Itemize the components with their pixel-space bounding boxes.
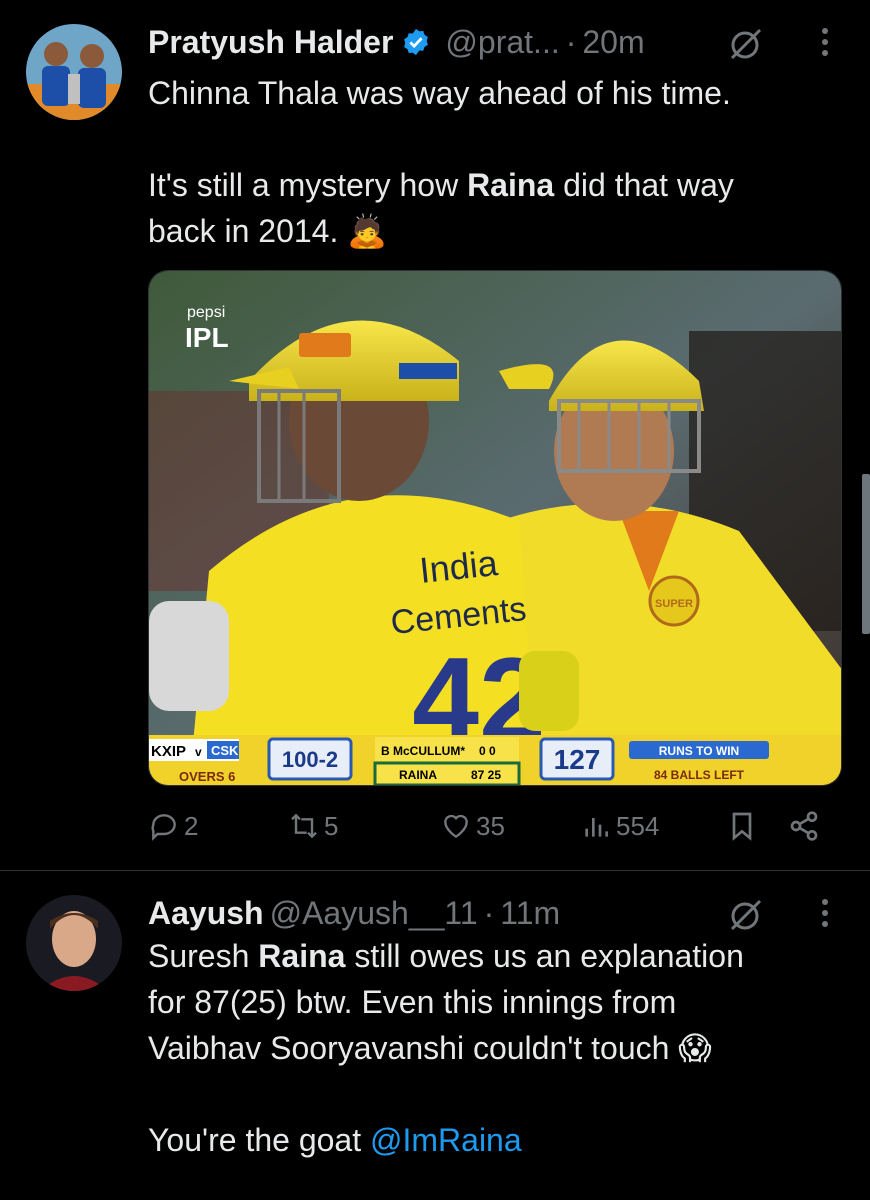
scorebar-runs-to-win: RUNS TO WIN [659, 744, 739, 758]
retweet-button[interactable]: 5 [288, 810, 338, 842]
scorebar-overs: OVERS 6 [179, 769, 235, 784]
author-name[interactable]: Pratyush Halder [148, 24, 393, 61]
tweet-media-image[interactable]: SUPER India Cements 42 pepsi IPL KXIP v … [148, 270, 842, 786]
views-chart-icon [585, 818, 608, 837]
tweet-reply[interactable]: Aayush @Aayush__11 · 11m Suresh Raina st… [0, 870, 870, 1200]
avatar-aayush[interactable] [26, 895, 122, 991]
reply-button[interactable]: 2 [148, 810, 198, 842]
like-count: 35 [476, 810, 505, 841]
grok-icon[interactable] [728, 26, 764, 62]
tweet-text-line: back in 2014. 🙇 [148, 213, 388, 249]
cricket-photo: SUPER India Cements 42 pepsi IPL KXIP v … [149, 271, 841, 785]
heart-icon [444, 814, 468, 839]
bookmark-button[interactable] [726, 810, 762, 842]
tweet-text-line: You're the goat @ImRaina [148, 1122, 522, 1158]
scorebar: KXIP v CSK OVERS 6 100-2 B McCULLUM* 0 0… [149, 735, 841, 785]
jersey-text-india: India [418, 542, 501, 591]
avatar-image [26, 24, 122, 120]
reply-count: 2 [184, 810, 199, 841]
mention-link[interactable]: @ImRaina [370, 1122, 522, 1158]
separator-dot: · [565, 23, 577, 60]
share-button[interactable] [788, 810, 824, 842]
scorebar-batter2: RAINA [399, 768, 437, 782]
avatar-pratyush[interactable] [26, 24, 122, 120]
scorebar-batter2-score: 87 25 [471, 768, 501, 782]
grok-icon[interactable] [728, 897, 764, 933]
tweet-time[interactable]: 11m [500, 895, 560, 932]
svg-text:SUPER: SUPER [655, 598, 693, 610]
scorebar-score: 100-2 [282, 747, 338, 772]
scrollbar-thumb[interactable] [862, 474, 870, 634]
reply-icon [151, 814, 176, 841]
separator-dot: · [483, 894, 495, 931]
tweet-text-line: for 87(25) btw. Even this innings from [148, 984, 677, 1020]
author-handle[interactable]: @prat... [445, 24, 559, 61]
scorebar-team1: KXIP [151, 743, 186, 760]
scorebar-team2: CSK [211, 743, 239, 758]
tweet-actions: 2 5 35 554 [148, 810, 848, 850]
ipl-logo-text: IPL [185, 322, 229, 353]
bookmark-icon [732, 812, 752, 841]
avatar-image [26, 895, 122, 991]
more-options-icon[interactable] [820, 899, 830, 929]
share-icon [790, 811, 818, 841]
views-count: 554 [616, 810, 660, 841]
more-options-icon[interactable] [820, 28, 830, 58]
scorebar-vs: v [195, 745, 202, 759]
tweet-text-line: Chinna Thala was way ahead of his time. [148, 75, 731, 111]
tweet-text-line: Vaibhav Sooryavanshi couldn't touch 😱 [148, 1030, 712, 1066]
verified-badge-icon [404, 28, 429, 56]
pepsi-logo-text: pepsi [187, 304, 225, 321]
retweet-count: 5 [324, 810, 339, 841]
tweet-main[interactable]: Pratyush Halder @prat... · 20m Chinna Th… [0, 0, 870, 870]
author-handle[interactable]: @Aayush__11 [270, 895, 478, 932]
tweet-text-line: Suresh Raina still owes us an explanatio… [148, 938, 744, 974]
author-name[interactable]: Aayush [148, 895, 264, 932]
tweet-text-line: It's still a mystery how Raina did that … [148, 167, 734, 203]
views-button[interactable]: 554 [580, 810, 659, 842]
scorebar-batter1-score: 0 0 [479, 744, 496, 758]
retweet-icon [291, 813, 317, 839]
scorebar-balls-left: 84 BALLS LEFT [654, 768, 745, 782]
tweet-time[interactable]: 20m [582, 24, 644, 61]
scorebar-batter1: B McCULLUM* [381, 744, 465, 758]
scorebar-target: 127 [554, 744, 601, 775]
like-button[interactable]: 35 [440, 810, 505, 842]
